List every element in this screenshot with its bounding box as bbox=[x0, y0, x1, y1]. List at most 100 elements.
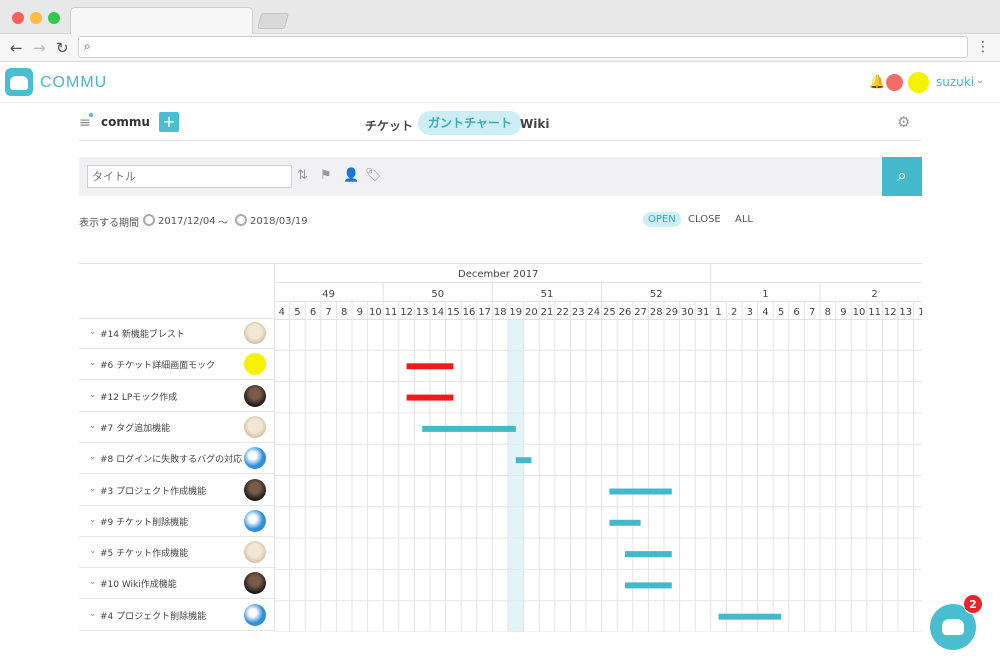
tab-wiki[interactable]: Wiki bbox=[520, 117, 549, 131]
chevron-down-icon[interactable]: ⌄ bbox=[89, 609, 97, 619]
address-bar[interactable]: ⌕ bbox=[78, 36, 968, 58]
week-label: 2 bbox=[871, 289, 877, 300]
task-title[interactable]: #5 チケット作成機能 bbox=[100, 546, 188, 559]
filter-all[interactable]: ALL bbox=[730, 212, 758, 227]
task-row[interactable]: ⌄ #7 タグ追加機能 bbox=[79, 412, 274, 443]
week-label: 49 bbox=[322, 289, 335, 300]
task-row[interactable]: ⌄ #5 チケット作成機能 bbox=[79, 537, 274, 569]
day-label: 12 bbox=[884, 307, 897, 318]
add-button[interactable]: + bbox=[159, 112, 179, 132]
close-window-icon[interactable] bbox=[12, 12, 24, 24]
task-title[interactable]: #8 ログインに失敗するバグの対応 bbox=[100, 452, 242, 465]
task-title[interactable]: #9 チケット削除機能 bbox=[100, 515, 188, 528]
title-search-input[interactable] bbox=[87, 165, 292, 188]
forward-arrow-icon[interactable]: → bbox=[33, 39, 46, 57]
task-title[interactable]: #6 チケット詳細画面モック bbox=[100, 358, 215, 371]
task-title[interactable]: #10 Wiki作成機能 bbox=[100, 577, 177, 590]
assignee-avatar bbox=[244, 415, 266, 438]
task-row[interactable]: ⌄ #9 チケット削除機能 bbox=[79, 506, 274, 537]
chevron-down-icon[interactable]: ⌄ bbox=[89, 452, 97, 462]
day-label: 8 bbox=[825, 307, 831, 318]
assignee-avatar bbox=[244, 509, 266, 532]
menu-icon[interactable]: ≡ bbox=[79, 115, 91, 131]
chevron-down-icon[interactable]: ⌄ bbox=[976, 75, 984, 86]
day-label: 29 bbox=[665, 307, 678, 318]
tab-gantt-chart[interactable]: ガントチャート bbox=[418, 111, 522, 135]
reload-icon[interactable]: ↻ bbox=[56, 39, 69, 57]
day-label: 27 bbox=[634, 307, 647, 318]
day-label: 5 bbox=[294, 307, 300, 318]
task-row[interactable]: ⌄ #6 チケット詳細画面モック bbox=[79, 349, 274, 381]
assignee-avatar bbox=[244, 541, 266, 564]
tab-tickets[interactable]: チケット bbox=[365, 117, 413, 134]
period-start[interactable]: 2017/12/04 bbox=[143, 214, 216, 227]
period-end[interactable]: 2018/03/19 bbox=[235, 214, 308, 227]
clock-icon bbox=[235, 214, 247, 226]
gantt-chart: 49 50 51 52 1 24 5 6 7 8 9 10 11 12 13 14 15 16 17 18 19 20 21… bbox=[274, 264, 922, 632]
task-row[interactable]: ⌄ #4 プロジェクト削除機能 bbox=[79, 600, 274, 631]
project-name[interactable]: commu bbox=[101, 115, 150, 129]
day-label: 31 bbox=[697, 307, 710, 318]
sort-icon[interactable]: ⇅ bbox=[297, 168, 308, 183]
day-label: 28 bbox=[650, 307, 663, 318]
chevron-down-icon[interactable]: ⌄ bbox=[89, 327, 97, 337]
tag-icon[interactable]: 🏷 bbox=[365, 168, 382, 183]
chevron-down-icon[interactable]: ⌄ bbox=[89, 515, 97, 525]
period-start-value: 2017/12/04 bbox=[158, 216, 216, 227]
filter-open[interactable]: OPEN bbox=[643, 212, 681, 227]
notification-indicator[interactable] bbox=[886, 74, 903, 91]
username[interactable]: suzuki bbox=[936, 75, 974, 89]
period-separator: 〜 bbox=[218, 218, 228, 229]
browser-tab[interactable] bbox=[70, 7, 253, 35]
app-header: COMMU 🔔 suzuki ⌄ bbox=[0, 63, 1000, 103]
task-title[interactable]: #3 プロジェクト作成機能 bbox=[100, 484, 206, 497]
new-tab-button[interactable] bbox=[256, 13, 290, 29]
chevron-down-icon[interactable]: ⌄ bbox=[89, 390, 97, 400]
task-row[interactable]: ⌄ #8 ログインに失敗するバグの対応 bbox=[79, 443, 274, 475]
day-label: 16 bbox=[463, 307, 476, 318]
bell-icon[interactable]: 🔔 bbox=[869, 75, 885, 90]
task-row[interactable]: ⌄ #14 新機能ブレスト bbox=[79, 318, 274, 349]
day-label: 10 bbox=[369, 307, 382, 318]
gear-icon[interactable]: ⚙ bbox=[897, 113, 910, 131]
chat-unread-badge: 2 bbox=[963, 594, 983, 614]
user-icon[interactable]: 👤 bbox=[343, 168, 359, 183]
assignee-avatar bbox=[244, 603, 266, 626]
task-bar bbox=[406, 363, 454, 370]
task-title[interactable]: #4 プロジェクト削除機能 bbox=[100, 609, 206, 622]
search-icon: ⌕ bbox=[84, 39, 91, 53]
flag-icon[interactable]: ⚑ bbox=[320, 168, 332, 183]
day-label: 12 bbox=[400, 307, 413, 318]
back-arrow-icon[interactable]: ← bbox=[10, 39, 23, 57]
assignee-avatar bbox=[244, 353, 266, 376]
week-label: 51 bbox=[541, 289, 554, 300]
chevron-down-icon[interactable]: ⌄ bbox=[89, 358, 97, 368]
chevron-down-icon[interactable]: ⌄ bbox=[89, 421, 97, 431]
task-title[interactable]: #7 タグ追加機能 bbox=[100, 421, 170, 434]
chevron-down-icon[interactable]: ⌄ bbox=[89, 546, 97, 556]
divider bbox=[79, 140, 921, 141]
minimize-window-icon[interactable] bbox=[30, 12, 42, 24]
task-bar bbox=[625, 551, 672, 558]
day-label: 20 bbox=[525, 307, 538, 318]
day-label: 13 bbox=[416, 307, 429, 318]
filter-close[interactable]: CLOSE bbox=[683, 212, 726, 227]
task-row[interactable]: ⌄ #3 プロジェクト作成機能 bbox=[79, 475, 274, 506]
day-label: 9 bbox=[840, 307, 846, 318]
user-avatar[interactable] bbox=[908, 72, 929, 93]
day-label: 24 bbox=[587, 307, 600, 318]
browser-menu-icon[interactable]: ⋮ bbox=[976, 39, 990, 55]
week-label: 52 bbox=[650, 289, 663, 300]
app-logo-text[interactable]: COMMU bbox=[40, 74, 107, 92]
task-row[interactable]: ⌄ #10 Wiki作成機能 bbox=[79, 568, 274, 600]
commu-logo-icon[interactable] bbox=[5, 68, 33, 96]
period-end-value: 2018/03/19 bbox=[250, 216, 308, 227]
search-button[interactable]: ⌕ bbox=[882, 157, 922, 196]
task-row[interactable]: ⌄ #12 LPモック作成 bbox=[79, 381, 274, 412]
assignee-avatar bbox=[244, 478, 266, 501]
task-title[interactable]: #12 LPモック作成 bbox=[100, 390, 177, 403]
task-title[interactable]: #14 新機能ブレスト bbox=[100, 327, 185, 340]
maximize-window-icon[interactable] bbox=[48, 12, 60, 24]
chevron-down-icon[interactable]: ⌄ bbox=[89, 484, 97, 494]
chevron-down-icon[interactable]: ⌄ bbox=[89, 577, 97, 587]
